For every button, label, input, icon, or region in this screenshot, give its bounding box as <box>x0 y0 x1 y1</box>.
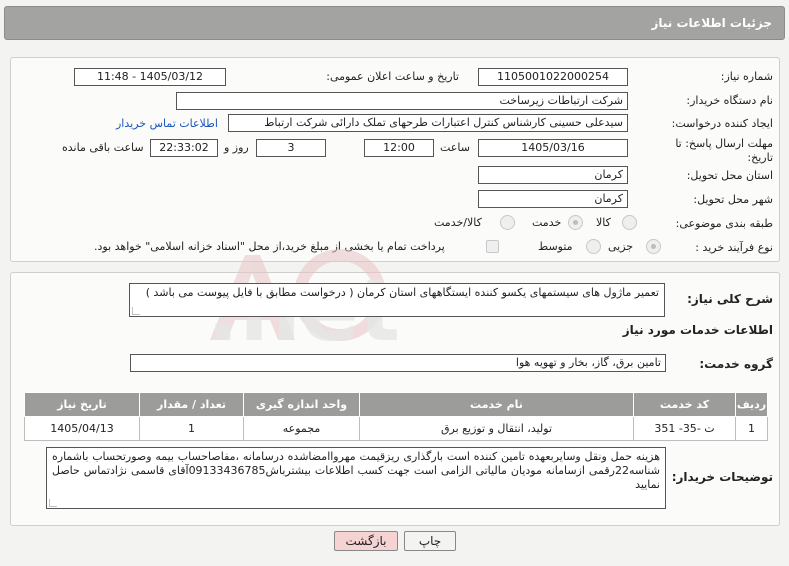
cell-unit: مجموعه <box>243 416 360 441</box>
description-label: شرح کلی نیاز: <box>687 292 773 306</box>
city-field: کرمان <box>478 190 628 208</box>
province-label: استان محل تحویل: <box>686 169 773 182</box>
cell-quantity: 1 <box>139 416 244 441</box>
contact-buyer-link[interactable]: اطلاعات تماس خریدار <box>116 117 218 130</box>
description-text: تعمیر ماژول های سیستمهای یکسو کننده ایست… <box>145 286 659 299</box>
category-radio-goods-service[interactable] <box>500 215 515 230</box>
deadline-date-field: 1405/03/16 <box>478 139 628 157</box>
cell-need-date: 1405/04/13 <box>24 416 140 441</box>
service-group-label: گروه خدمت: <box>699 357 773 371</box>
treasury-checkbox[interactable] <box>486 240 499 253</box>
services-table: ردیف کد خدمت نام خدمت واحد اندازه گیری ت… <box>24 392 768 441</box>
creator-field: سیدعلی حسینی کارشناس کنترل اعتبارات طرحه… <box>228 114 628 132</box>
remaining-time-field: 22:33:02 <box>150 139 218 157</box>
category-radio-goods[interactable] <box>622 215 637 230</box>
process-radio-medium[interactable] <box>586 239 601 254</box>
process-label: نوع فرآیند خرید : <box>695 241 773 254</box>
process-option-minor: جزیی <box>608 240 634 253</box>
buyer-org-label: نام دستگاه خریدار: <box>686 94 773 107</box>
col-service-name: نام خدمت <box>359 392 634 417</box>
city-label: شهر محل تحویل: <box>693 193 773 206</box>
category-radio-service[interactable] <box>568 215 583 230</box>
payment-note: پرداخت تمام یا بخشی از مبلغ خرید،از محل … <box>94 240 445 253</box>
resize-grip-icon[interactable] <box>49 499 57 507</box>
process-radio-minor[interactable] <box>646 239 661 254</box>
deadline-time-label: ساعت <box>440 141 470 154</box>
deadline-time-field: 12:00 <box>364 139 434 157</box>
col-quantity: تعداد / مقدار <box>139 392 244 417</box>
table-header-row: ردیف کد خدمت نام خدمت واحد اندازه گیری ت… <box>24 392 768 417</box>
page-header: جزئیات اطلاعات نیاز <box>4 6 785 40</box>
days-field: 3 <box>256 139 326 157</box>
resize-grip-icon[interactable] <box>132 307 140 315</box>
cell-service-code: ت -35- 351 <box>633 416 736 441</box>
cell-service-name: تولید، انتقال و توزیع برق <box>359 416 634 441</box>
buyer-notes-text: هزینه حمل ونقل وسایربعهده تامین کننده اس… <box>52 450 660 491</box>
print-button[interactable]: چاپ <box>404 531 456 551</box>
buyer-notes-label: توضیحات خریدار: <box>671 470 773 484</box>
creator-label: ایجاد کننده درخواست: <box>671 117 773 130</box>
buyer-notes-textarea[interactable]: هزینه حمل ونقل وسایربعهده تامین کننده اس… <box>46 447 666 509</box>
days-label: روز و <box>224 141 249 154</box>
category-option-goods: کالا <box>596 216 611 229</box>
need-number-label: شماره نیاز: <box>720 70 773 83</box>
service-group-field: تامین برق، گاز، بخار و تهویه هوا <box>130 354 666 372</box>
category-option-service: خدمت <box>532 216 562 229</box>
col-need-date: تاریخ نیاز <box>24 392 140 417</box>
buyer-org-field: شرکت ارتباطات زیرساخت <box>176 92 628 110</box>
cell-row: 1 <box>735 416 768 441</box>
services-section-title: اطلاعات خدمات مورد نیاز <box>622 323 773 337</box>
description-textarea[interactable]: تعمیر ماژول های سیستمهای یکسو کننده ایست… <box>129 283 665 317</box>
back-button[interactable]: بازگشت <box>334 531 398 551</box>
col-service-code: کد خدمت <box>633 392 736 417</box>
process-option-medium: متوسط <box>538 240 573 253</box>
category-label: طبقه بندی موضوعی: <box>675 217 773 230</box>
announce-label: تاریخ و ساعت اعلان عمومی: <box>326 70 459 83</box>
remaining-label: ساعت باقی مانده <box>62 141 144 154</box>
col-row: ردیف <box>735 392 768 417</box>
category-option-goods-service: کالا/خدمت <box>434 216 482 229</box>
announce-field: 1405/03/12 - 11:48 <box>74 68 226 86</box>
deadline-label: مهلت ارسال پاسخ: تا تاریخ: <box>675 137 773 164</box>
page-title: جزئیات اطلاعات نیاز <box>651 16 772 30</box>
col-unit: واحد اندازه گیری <box>243 392 360 417</box>
need-number-field: 1105001022000254 <box>478 68 628 86</box>
table-row: 1 ت -35- 351 تولید، انتقال و توزیع برق م… <box>24 416 768 441</box>
province-field: کرمان <box>478 166 628 184</box>
